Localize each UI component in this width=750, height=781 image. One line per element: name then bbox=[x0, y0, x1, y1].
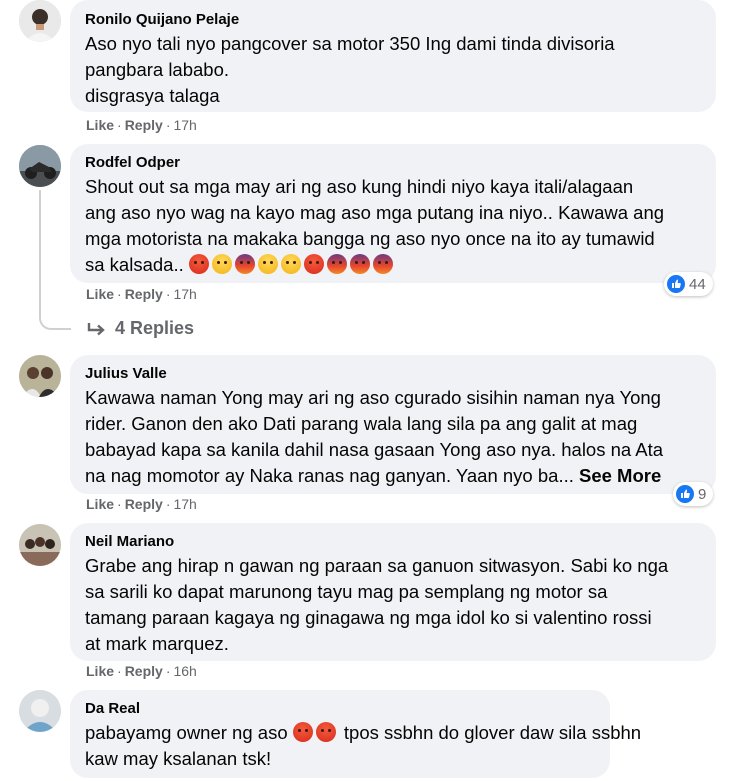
comment-timestamp[interactable]: 17h bbox=[173, 496, 196, 512]
reaction-count-value: 44 bbox=[689, 275, 706, 293]
reply-button[interactable]: Reply bbox=[125, 117, 163, 133]
comment-text: rider. Ganon den ako Dati parang wala la… bbox=[85, 413, 638, 434]
comment-text-last-line: sa kalsada.. bbox=[85, 252, 702, 278]
reaction-count[interactable]: 44 bbox=[664, 272, 713, 296]
comment-text: pangbara lababo. bbox=[85, 59, 230, 80]
reply-arrow-icon bbox=[87, 322, 105, 335]
like-icon bbox=[667, 275, 685, 293]
view-replies-link[interactable]: 4 Replies bbox=[87, 318, 194, 339]
comment-text: Grabe ang hirap n gawan ng paraan sa gan… bbox=[85, 555, 669, 576]
comment-text: sa kalsada.. bbox=[85, 254, 184, 275]
reaction-count[interactable]: 9 bbox=[673, 482, 714, 506]
sad-emoji-icon bbox=[280, 254, 301, 274]
comment-text-line: pabayamg owner ng aso tpos ssbhn do glov… bbox=[85, 720, 641, 746]
scream-emoji-icon bbox=[326, 254, 347, 274]
comment-author[interactable]: Rodfel Odper bbox=[85, 153, 702, 173]
comment-timestamp[interactable]: 17h bbox=[173, 117, 196, 133]
angry-emoji-icon bbox=[303, 254, 324, 274]
comment-bubble: Da Real pabayamg owner ng aso tpos ssbhn… bbox=[70, 690, 641, 778]
comment-author[interactable]: Julius Valle bbox=[85, 364, 702, 384]
like-icon bbox=[676, 485, 694, 503]
like-button[interactable]: Like bbox=[86, 286, 114, 302]
comment-text: Aso nyo tali nyo pangcover sa motor 350 … bbox=[85, 33, 615, 54]
scream-emoji-icon bbox=[349, 254, 370, 274]
comment-text-last-line: na nag momotor ay Naka ranas nag ganyan.… bbox=[85, 463, 702, 489]
comment-actions: Like · Reply · 17h bbox=[86, 286, 197, 302]
comment-text: kaw may ksalanan tsk! bbox=[85, 748, 272, 769]
comment-text: disgrasya talaga bbox=[85, 85, 220, 106]
comment-timestamp[interactable]: 17h bbox=[173, 286, 196, 302]
comment-actions: Like · Reply · 17h bbox=[86, 117, 197, 133]
comment-text: Shout out sa mga may ari ng aso kung hin… bbox=[85, 176, 634, 197]
avatar[interactable] bbox=[19, 355, 61, 397]
comment-text: mga motorista na makaka bangga ng aso ny… bbox=[85, 228, 655, 249]
comment-text: na nag momotor ay Naka ranas nag ganyan.… bbox=[85, 465, 574, 486]
comment-author[interactable]: Da Real bbox=[85, 699, 596, 719]
reply-button[interactable]: Reply bbox=[125, 496, 163, 512]
avatar[interactable] bbox=[19, 524, 61, 566]
view-replies-label: 4 Replies bbox=[115, 318, 195, 338]
comment-author[interactable]: Ronilo Quijano Pelaje bbox=[85, 10, 702, 30]
angry-emoji-icon bbox=[292, 722, 313, 742]
comment-text: babayad kapa sa kanila dahil nasa gasaan… bbox=[85, 439, 664, 460]
see-more-link[interactable]: See More bbox=[579, 465, 661, 486]
like-button[interactable]: Like bbox=[86, 117, 114, 133]
reply-button[interactable]: Reply bbox=[125, 286, 163, 302]
comment-text: tamang paraan kagaya ng ginagawa ng mga … bbox=[85, 607, 652, 628]
avatar[interactable] bbox=[19, 690, 61, 732]
sad-emoji-icon bbox=[211, 254, 232, 274]
comment-actions: Like · Reply · 17h bbox=[86, 496, 197, 512]
comment-author[interactable]: Neil Mariano bbox=[85, 532, 702, 552]
comment-bubble: Ronilo Quijano Pelaje Aso nyo tali nyo p… bbox=[70, 0, 716, 112]
thread-connector bbox=[39, 190, 71, 330]
comment-text: pabayamg owner ng aso bbox=[85, 722, 288, 743]
scream-emoji-icon bbox=[234, 254, 255, 274]
like-button[interactable]: Like bbox=[86, 496, 114, 512]
comment-bubble: Neil Mariano Grabe ang hirap n gawan ng … bbox=[70, 523, 716, 661]
comment-text: Kawawa naman Yong may ari ng aso cgurado… bbox=[85, 387, 661, 408]
like-button[interactable]: Like bbox=[86, 663, 114, 679]
comment-text: at mark marquez. bbox=[85, 633, 229, 654]
sad-emoji-icon bbox=[257, 254, 278, 274]
comment-text: tpos ssbhn do glover daw sila ssbhn bbox=[343, 722, 642, 743]
comment-timestamp[interactable]: 16h bbox=[173, 663, 196, 679]
scream-emoji-icon bbox=[372, 254, 393, 274]
angry-emoji-icon bbox=[188, 254, 209, 274]
comment-bubble: Julius Valle Kawawa naman Yong may ari n… bbox=[70, 355, 716, 494]
avatar[interactable] bbox=[19, 145, 61, 187]
comment-bubble: Rodfel Odper Shout out sa mga may ari ng… bbox=[70, 144, 716, 283]
reply-button[interactable]: Reply bbox=[125, 663, 163, 679]
reaction-count-value: 9 bbox=[698, 485, 707, 503]
angry-emoji-icon bbox=[315, 722, 336, 742]
comment-text: ang aso nyo wag na kayo mag aso mga puta… bbox=[85, 202, 665, 223]
avatar[interactable] bbox=[19, 0, 61, 42]
comment-text: sa sarili ko dapat marunong tayu mag pa … bbox=[85, 581, 608, 602]
comment-actions: Like · Reply · 16h bbox=[86, 663, 197, 679]
